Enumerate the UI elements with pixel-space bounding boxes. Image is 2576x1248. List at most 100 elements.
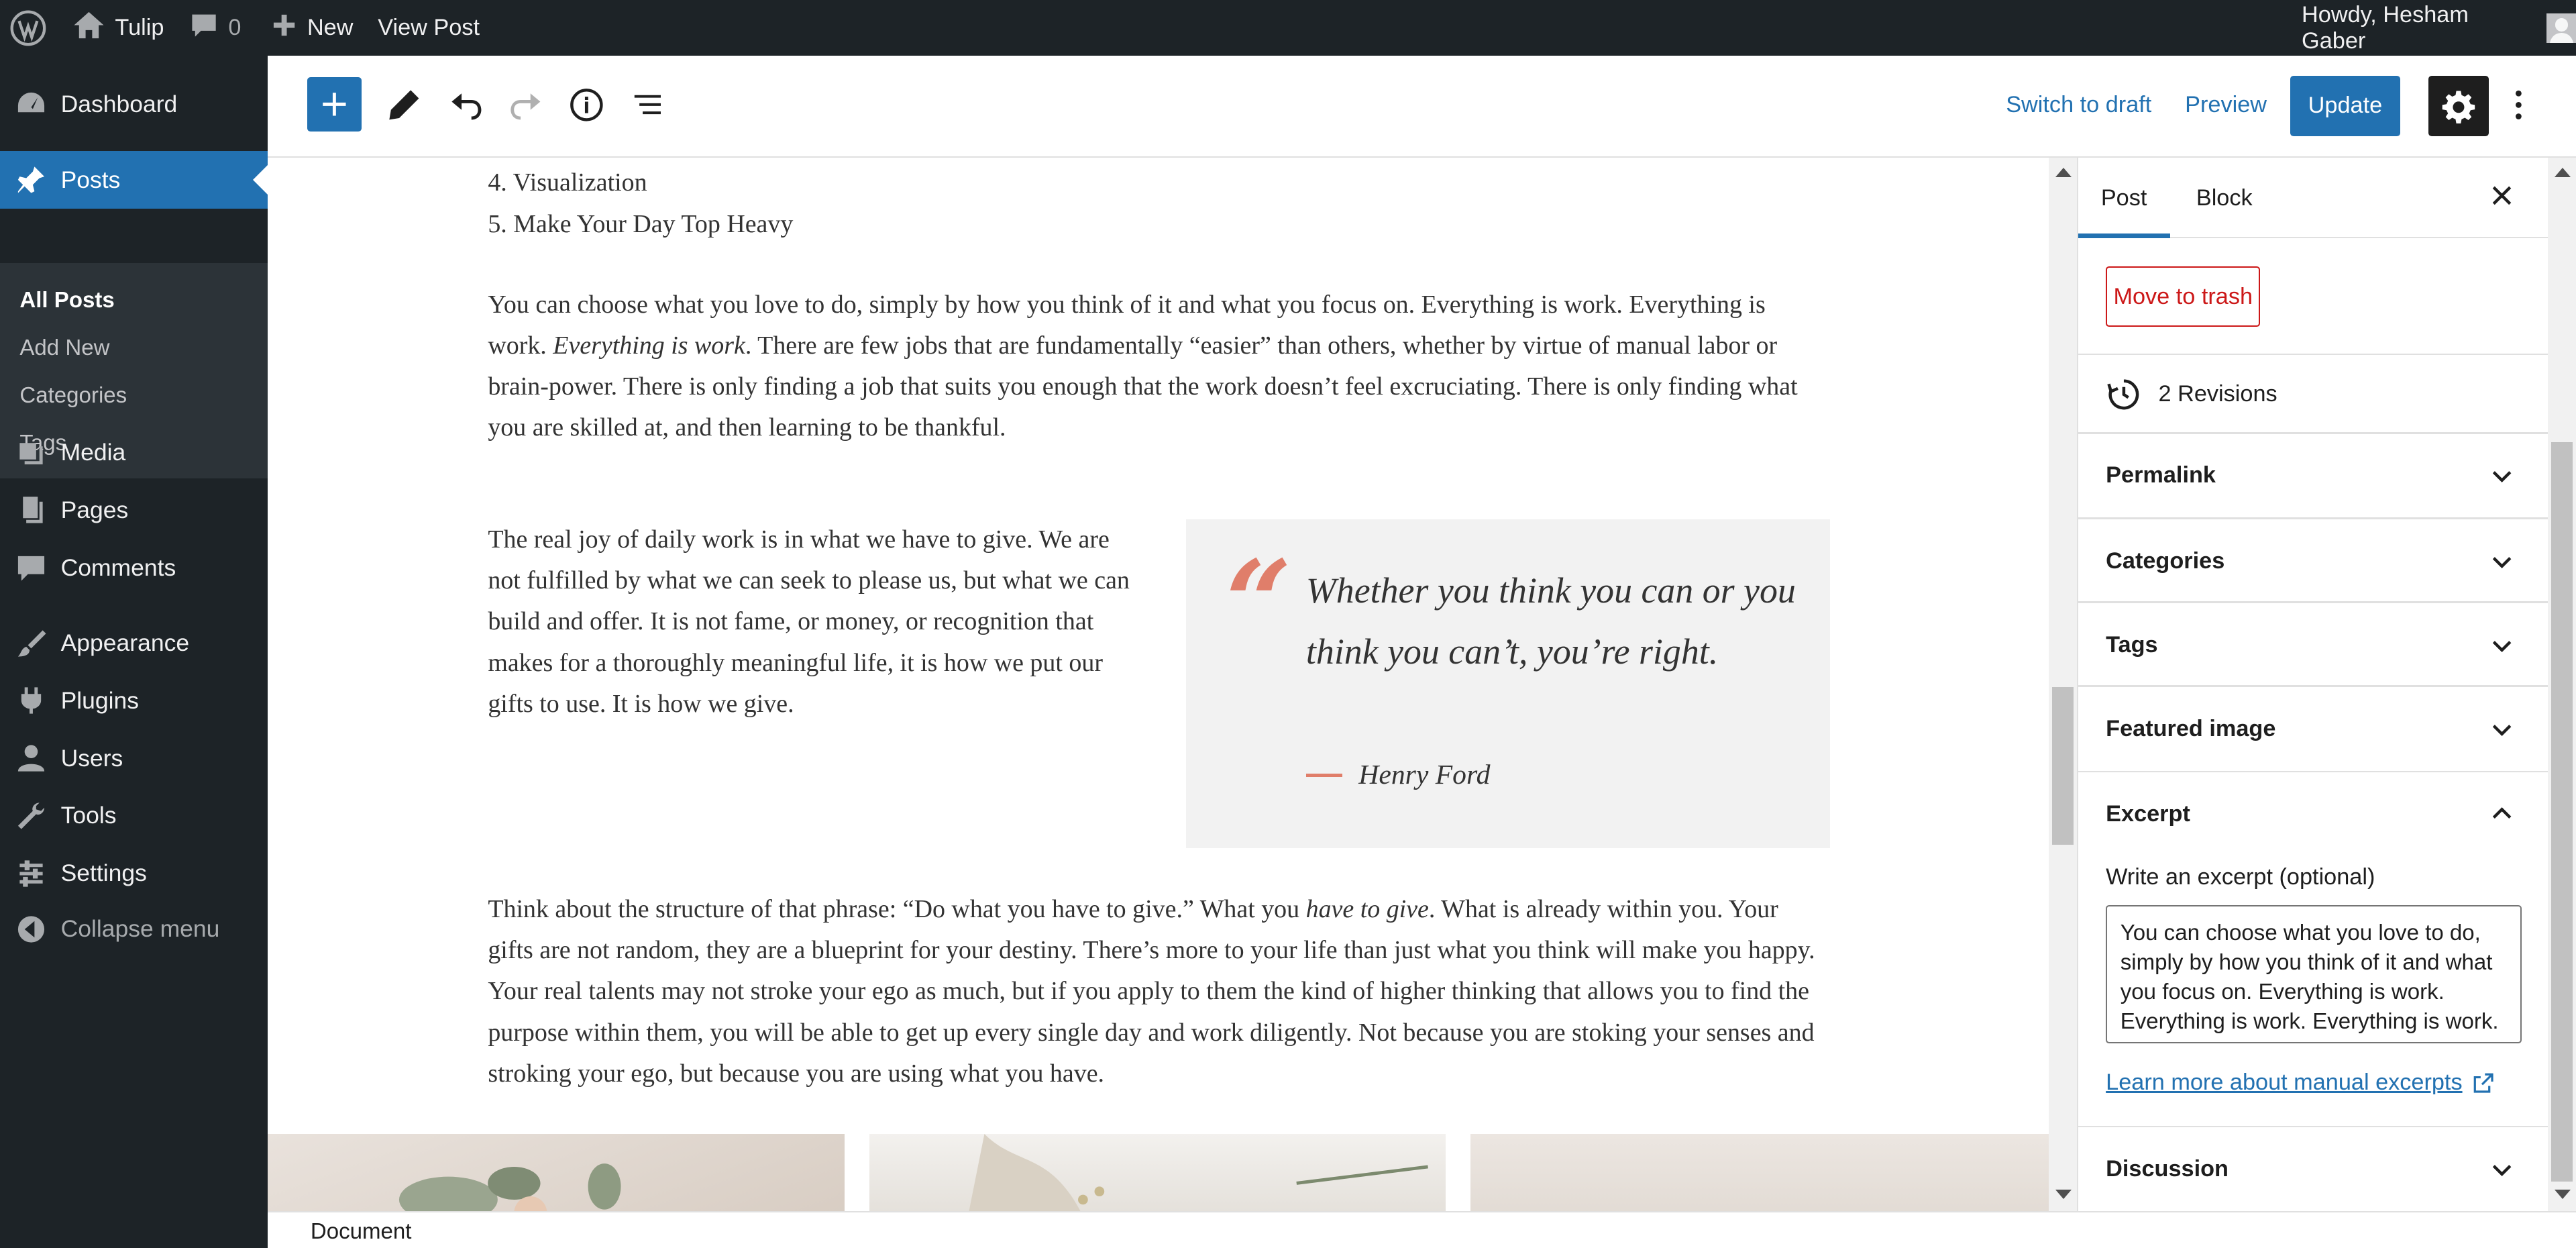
excerpt-label: Write an excerpt (optional) xyxy=(2106,864,2375,890)
chevron-down-icon xyxy=(2492,640,2512,652)
paragraph-text: Think about the structure of that phrase… xyxy=(488,894,1306,923)
numbered-list[interactable]: 4. Visualization 5. Make Your Day Top He… xyxy=(488,162,793,244)
plugin-icon xyxy=(15,684,48,717)
learn-more-label: Learn more about manual excerpts xyxy=(2106,1070,2463,1096)
settings-toggle-button[interactable] xyxy=(2428,75,2489,137)
excerpt-textarea[interactable]: You can choose what you love to do, simp… xyxy=(2106,905,2522,1044)
redo-icon xyxy=(511,93,541,120)
sidebar-item-settings[interactable]: Settings xyxy=(0,845,268,902)
sidebar-item-media[interactable]: Media xyxy=(0,424,268,482)
brush-icon xyxy=(15,627,48,660)
history-icon xyxy=(2107,379,2139,410)
sidebar-item-label: Posts xyxy=(60,166,121,193)
scrollbar-thumb[interactable] xyxy=(2051,686,2074,845)
view-post-link[interactable]: View Post xyxy=(378,0,480,56)
info-icon xyxy=(570,89,603,121)
sidebar-item-comments[interactable]: Comments xyxy=(0,539,268,596)
chevron-down-icon xyxy=(2492,724,2512,736)
collapse-icon xyxy=(15,913,48,945)
sidebar-item-label: Tools xyxy=(60,802,117,829)
scroll-up-arrow-icon[interactable] xyxy=(2555,168,2571,177)
list-view-button[interactable] xyxy=(626,84,669,127)
undo-icon xyxy=(451,93,482,120)
undo-button[interactable] xyxy=(445,84,488,127)
gallery-image[interactable] xyxy=(268,1133,845,1211)
citation-dash xyxy=(1305,773,1342,777)
paragraph-block[interactable]: You can choose what you love to do, simp… xyxy=(488,284,1819,449)
details-button[interactable] xyxy=(565,84,608,127)
settings-sliders-icon xyxy=(15,857,48,890)
scroll-down-arrow-icon[interactable] xyxy=(2555,1190,2571,1199)
wordpress-logo-icon[interactable] xyxy=(10,0,46,56)
add-block-button[interactable] xyxy=(307,77,362,132)
gallery-image[interactable] xyxy=(1470,1133,2049,1211)
account-menu[interactable]: Howdy, Hesham Gaber xyxy=(2302,0,2576,56)
panel-title: Excerpt xyxy=(2106,800,2190,827)
sidebar-item-users[interactable]: Users xyxy=(0,729,268,787)
tab-post[interactable]: Post xyxy=(2078,158,2170,239)
panel-tags[interactable]: Tags xyxy=(2078,603,2550,687)
tab-label: Post xyxy=(2100,185,2147,211)
comment-icon xyxy=(15,552,48,584)
scrollbar-thumb[interactable] xyxy=(2551,441,2573,1182)
pages-icon xyxy=(15,494,48,527)
breadcrumb-document[interactable]: Document xyxy=(311,1219,412,1245)
new-content-link[interactable]: New xyxy=(271,0,354,56)
redo-button[interactable] xyxy=(504,84,547,127)
sidebar-item-tools[interactable]: Tools xyxy=(0,787,268,845)
site-name-link[interactable]: Tulip xyxy=(72,0,164,56)
column-paragraph-block[interactable]: The real joy of daily work is in what we… xyxy=(488,519,1136,725)
sidebar-item-plugins[interactable]: Plugins xyxy=(0,672,268,730)
submenu-categories[interactable]: Categories xyxy=(19,383,127,409)
sidebar-item-appearance[interactable]: Appearance xyxy=(0,615,268,672)
comments-link[interactable]: 0 xyxy=(189,0,241,56)
panel-discussion[interactable]: Discussion xyxy=(2078,1127,2550,1211)
editor-canvas[interactable]: 4. Visualization 5. Make Your Day Top He… xyxy=(268,158,2049,1211)
panel-featured-image[interactable]: Featured image xyxy=(2078,687,2550,771)
submenu-add-new[interactable]: Add New xyxy=(19,335,109,361)
avatar xyxy=(2546,13,2576,43)
more-vertical-icon xyxy=(2515,91,2522,120)
learn-more-excerpts-link[interactable]: Learn more about manual excerpts xyxy=(2106,1070,2495,1096)
sidebar-collapse-menu[interactable]: Collapse menu xyxy=(0,900,268,958)
quote-text: Whether you think you can or you think y… xyxy=(1305,570,1796,672)
paragraph-emphasis: have to give xyxy=(1305,894,1429,923)
tab-block[interactable]: Block xyxy=(2196,158,2253,238)
options-menu-button[interactable] xyxy=(2499,84,2538,127)
sidebar-item-posts[interactable]: Posts xyxy=(0,151,268,209)
panel-title: Tags xyxy=(2106,631,2158,658)
canvas-scrollbar[interactable] xyxy=(2048,158,2077,1211)
panel-title: Permalink xyxy=(2106,462,2216,488)
view-post-label: View Post xyxy=(378,15,480,41)
pullquote-block[interactable]: “ Whether you think you can or you think… xyxy=(1186,519,1831,848)
sidebar-item-dashboard[interactable]: Dashboard xyxy=(0,76,268,134)
comments-count: 0 xyxy=(228,15,241,41)
revisions-link[interactable]: 2 Revisions xyxy=(2106,376,2277,413)
paragraph-emphasis: Everything is work xyxy=(553,331,745,360)
close-sidebar-button[interactable] xyxy=(2485,179,2518,212)
panel-categories[interactable]: Categories xyxy=(2078,519,2550,603)
paragraph-block[interactable]: Think about the structure of that phrase… xyxy=(488,889,1819,1094)
move-to-trash-button[interactable]: Move to trash xyxy=(2106,266,2261,327)
sidebar-item-label: Pages xyxy=(60,496,129,523)
sidebar-item-pages[interactable]: Pages xyxy=(0,482,268,539)
scroll-down-arrow-icon[interactable] xyxy=(2055,1190,2072,1199)
preview-button[interactable]: Preview xyxy=(2185,92,2267,118)
sidebar-item-label: Users xyxy=(60,744,123,772)
panel-excerpt[interactable]: Excerpt xyxy=(2078,772,2550,856)
dashboard-icon xyxy=(15,88,48,121)
revisions-label: 2 Revisions xyxy=(2158,381,2277,407)
tools-edit-button[interactable] xyxy=(383,84,426,127)
settings-sidebar: Post Block Move to trash 2 Revisions Per… xyxy=(2076,158,2550,1211)
panel-permalink[interactable]: Permalink xyxy=(2078,434,2550,518)
submenu-all-posts[interactable]: All Posts xyxy=(19,288,114,313)
gallery-image[interactable] xyxy=(869,1133,1446,1211)
switch-to-draft-button[interactable]: Switch to draft xyxy=(2006,92,2151,118)
sidebar-item-label: Dashboard xyxy=(60,90,178,117)
sidebar-scrollbar[interactable] xyxy=(2548,158,2576,1211)
update-button[interactable]: Update xyxy=(2290,75,2400,137)
tab-label: Block xyxy=(2196,185,2253,211)
pencil-icon xyxy=(389,90,419,120)
scroll-up-arrow-icon[interactable] xyxy=(2055,168,2072,177)
list-item: 4. Visualization xyxy=(488,162,793,203)
